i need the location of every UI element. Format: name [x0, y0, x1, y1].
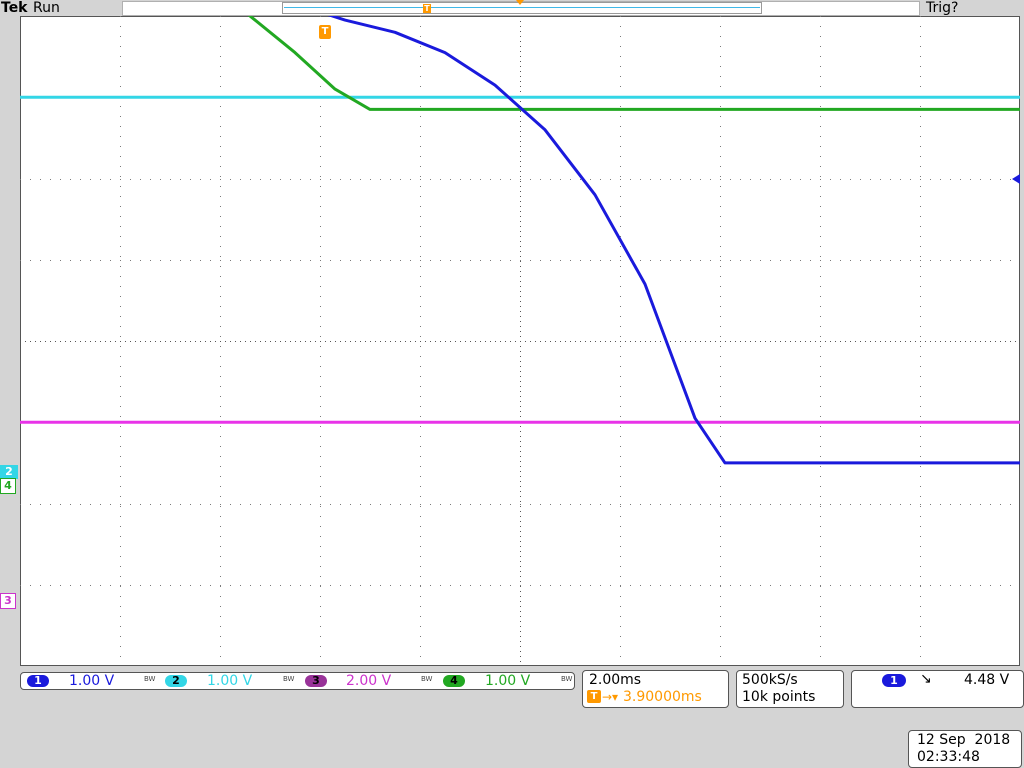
trigger-source-badge: 1 [882, 674, 906, 687]
ch4-badge[interactable]: 4 [443, 675, 465, 687]
time: 02:33:48 [917, 749, 980, 765]
memory-trigger-marker: T [423, 4, 431, 13]
trigger-position-marker[interactable]: T [319, 25, 331, 39]
ch2-bw-limit: BW [283, 675, 295, 683]
ch3-ground-marker[interactable]: 3 [0, 593, 16, 609]
ch4-bw-limit: BW [561, 675, 573, 683]
waveform-traces [20, 16, 1020, 465]
graticule-grid [20, 16, 1020, 666]
ch3-badge[interactable]: 3 [305, 675, 327, 687]
date: 12 Sep 2018 [917, 732, 1011, 748]
trigger-level-marker[interactable] [1010, 174, 1022, 186]
timebase-scale: 2.00ms [589, 672, 642, 688]
ch1-badge[interactable]: 1 [27, 675, 49, 687]
ch3-bw-limit: BW [421, 675, 433, 683]
ch1-waveform [327, 16, 1020, 465]
ch1-bw-limit: BW [144, 675, 156, 683]
run-state[interactable]: Run [33, 0, 60, 16]
trigger-state: Trig? [926, 0, 959, 16]
trigger-position-icon: T [587, 690, 601, 703]
ch2-badge[interactable]: 2 [165, 675, 187, 687]
datetime-panel: 12 Sep 2018 02:33:48 [908, 730, 1022, 768]
acquisition-panel[interactable]: 500kS/s 10k points [736, 670, 844, 708]
ch3-scale[interactable]: 2.00 V [346, 673, 391, 689]
channel-readout-bar: 1 1.00 V BW 2 1.00 V BW 3 2.00 V BW 4 1.… [20, 672, 575, 690]
sample-rate: 500kS/s [742, 672, 798, 688]
falling-edge-icon: ↘ [920, 671, 932, 687]
record-length: 10k points [742, 689, 816, 705]
timebase-panel[interactable]: 2.00ms T →▾ 3.90000ms [582, 670, 729, 708]
ch2-scale[interactable]: 1.00 V [207, 673, 252, 689]
ch4-scale[interactable]: 1.00 V [485, 673, 530, 689]
ch4-ground-marker[interactable]: 4 [0, 478, 16, 494]
timebase-position: 3.90000ms [623, 689, 702, 705]
ch4-waveform [247, 16, 1020, 111]
ch1-scale[interactable]: 1.00 V [69, 673, 114, 689]
brand-logo: Tek [1, 0, 28, 16]
trigger-level: 4.48 V [964, 672, 1010, 688]
waveform-display [20, 16, 1020, 666]
ch2-ground-marker[interactable]: 2 [0, 465, 18, 479]
trigger-panel[interactable]: 1 ↘ 4.48 V [851, 670, 1024, 708]
arrow-right-icon: →▾ [602, 690, 619, 704]
